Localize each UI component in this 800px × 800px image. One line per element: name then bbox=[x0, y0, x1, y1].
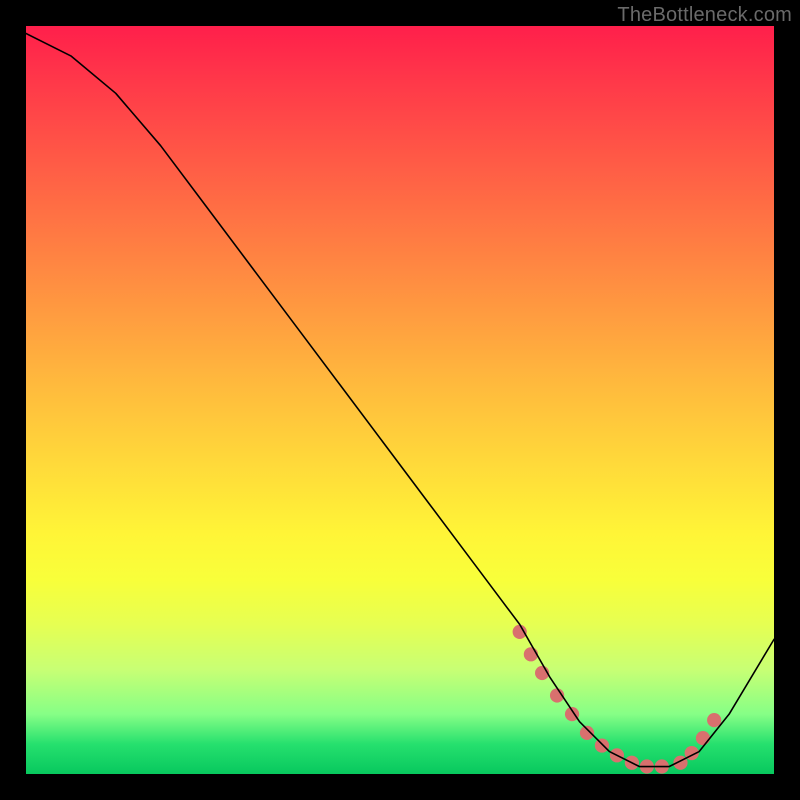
highlight-dot bbox=[580, 726, 594, 740]
watermark-text: TheBottleneck.com bbox=[617, 4, 792, 27]
highlight-dots-group bbox=[513, 625, 722, 774]
curve-path bbox=[26, 33, 774, 766]
highlight-dot bbox=[595, 738, 609, 752]
highlight-dot bbox=[707, 713, 721, 727]
chart-svg bbox=[26, 26, 774, 774]
plot-area bbox=[26, 26, 774, 774]
highlight-dot bbox=[696, 731, 710, 745]
chart-stage: TheBottleneck.com bbox=[0, 0, 800, 800]
